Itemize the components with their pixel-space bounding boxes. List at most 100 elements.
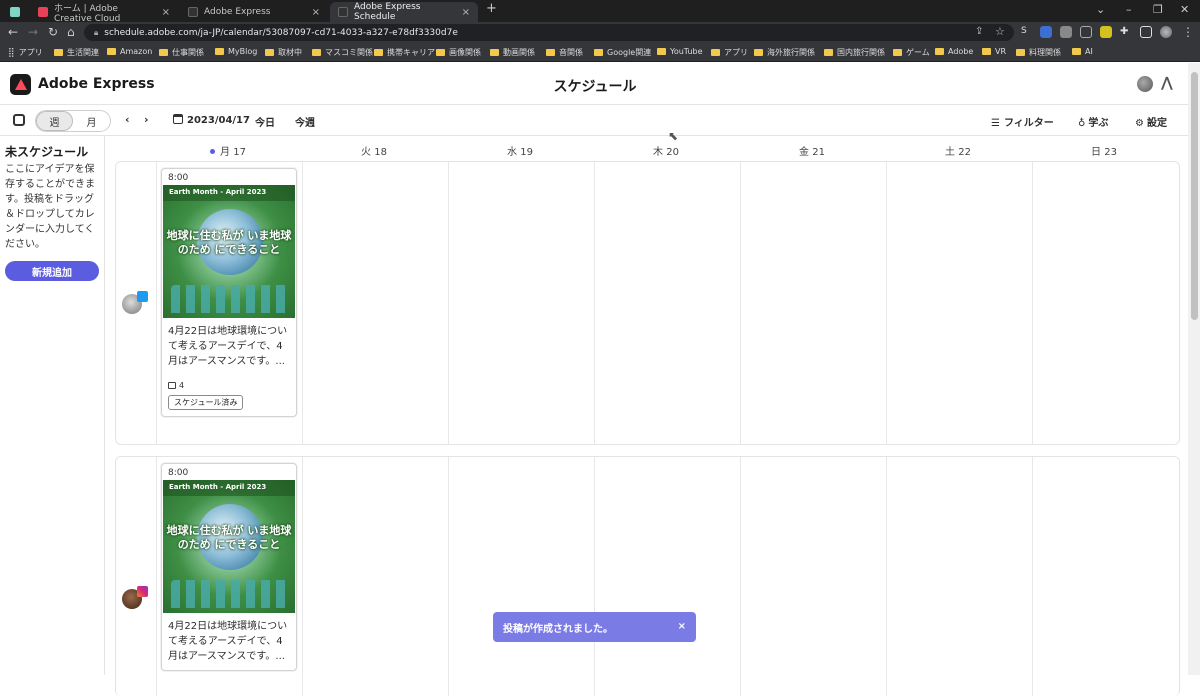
- post-time: 8:00: [168, 468, 189, 478]
- bookmark-folder[interactable]: アプリ: [711, 47, 748, 58]
- url-text: schedule.adobe.com/ja-JP/calendar/530870…: [104, 27, 458, 38]
- calendar-row-instagram: 8:00 Earth Month - April 2023 地球に住む私が いま…: [115, 456, 1180, 696]
- tab-adobe-express[interactable]: Adobe Express ×: [180, 2, 328, 22]
- tab-title: Adobe Express: [204, 7, 271, 17]
- adobe-apps-icon[interactable]: ⋀: [1161, 75, 1173, 91]
- home-icon[interactable]: ⌂: [67, 25, 75, 39]
- folder-icon: [935, 48, 944, 55]
- post-image: Earth Month - April 2023 地球に住む私が いま地球のため…: [163, 185, 295, 318]
- day-header-tue[interactable]: 火 18: [301, 143, 447, 158]
- bookmark-folder[interactable]: Google関連: [594, 47, 651, 58]
- bookmark-folder[interactable]: MyBlog: [215, 47, 257, 56]
- page-scrollbar-thumb[interactable]: [1191, 72, 1198, 320]
- day-header-sun[interactable]: 日 23: [1031, 143, 1177, 158]
- tab-title: Adobe Express Schedule: [354, 2, 421, 22]
- settings-button[interactable]: ⚙ 設定: [1135, 114, 1167, 129]
- today-button[interactable]: 今日: [255, 114, 275, 129]
- view-month-button[interactable]: 月: [73, 111, 110, 131]
- post-card[interactable]: 8:00 Earth Month - April 2023 地球に住む私が いま…: [161, 168, 297, 417]
- extension-s-icon[interactable]: S: [1021, 26, 1033, 38]
- folder-icon: [436, 49, 445, 56]
- bookmark-folder[interactable]: 取材中: [265, 47, 302, 58]
- bookmark-folder[interactable]: 海外旅行関係: [754, 47, 815, 58]
- tab-creative-cloud[interactable]: ホーム | Adobe Creative Cloud ×: [30, 2, 178, 24]
- adobe-express-logo-icon[interactable]: [10, 74, 31, 95]
- bookmark-folder[interactable]: 動画関係: [490, 47, 535, 58]
- bookmark-folder[interactable]: VR: [982, 47, 1006, 56]
- url-input[interactable]: 🔒︎ schedule.adobe.com/ja-JP/calendar/530…: [84, 24, 1014, 41]
- extension-rx-icon[interactable]: [1080, 26, 1092, 38]
- brand-name[interactable]: Adobe Express: [38, 76, 155, 92]
- extension-yellow-icon[interactable]: [1100, 26, 1112, 38]
- reload-icon[interactable]: ↻: [48, 25, 58, 39]
- bookmark-folder[interactable]: ゲーム: [893, 47, 930, 58]
- profile-avatar[interactable]: [1160, 26, 1172, 38]
- window-close-icon[interactable]: ✕: [1180, 3, 1189, 16]
- post-card[interactable]: 8:00 Earth Month - April 2023 地球に住む私が いま…: [161, 463, 297, 671]
- minimize-icon[interactable]: –: [1126, 3, 1132, 16]
- close-icon[interactable]: ×: [312, 7, 320, 18]
- folder-icon: [657, 48, 666, 55]
- bookmark-apps[interactable]: ⣿ アプリ: [8, 47, 43, 58]
- bookmark-folder[interactable]: 画像関係: [436, 47, 481, 58]
- folder-icon: [711, 49, 720, 56]
- calendar-icon: [173, 114, 183, 124]
- day-header-thu[interactable]: 木 20: [593, 143, 739, 158]
- tab-app-icon[interactable]: [2, 2, 28, 22]
- close-icon[interactable]: ×: [462, 7, 470, 18]
- extensions-puzzle-icon[interactable]: ✚: [1120, 26, 1132, 38]
- folder-icon: [312, 49, 321, 56]
- bookmark-folder[interactable]: 仕事関係: [159, 47, 204, 58]
- image-banner-text: Earth Month - April 2023: [163, 185, 295, 201]
- bookmark-folder[interactable]: Amazon: [107, 47, 152, 56]
- bookmark-folder[interactable]: YouTube: [657, 47, 703, 56]
- adobe-express-favicon-icon: [188, 7, 198, 17]
- bookmark-folder[interactable]: 音関係: [546, 47, 583, 58]
- bookmark-folder[interactable]: 料理関係: [1016, 47, 1061, 58]
- day-header-mon[interactable]: 月 17: [155, 143, 301, 158]
- bookmark-folder[interactable]: AI: [1072, 47, 1093, 56]
- folder-icon: [982, 48, 991, 55]
- image-banner-text: Earth Month - April 2023: [163, 480, 295, 496]
- day-header-fri[interactable]: 金 21: [739, 143, 885, 158]
- toast-close-icon[interactable]: ×: [678, 621, 686, 632]
- creative-cloud-favicon-icon: [38, 7, 48, 17]
- close-icon[interactable]: ×: [162, 7, 170, 18]
- bookmark-folder[interactable]: 生活関連: [54, 47, 99, 58]
- day-header-wed[interactable]: 水 19: [447, 143, 593, 158]
- bookmark-folder[interactable]: マスコミ関係: [312, 47, 373, 58]
- sidebar-toggle-icon[interactable]: [13, 114, 25, 126]
- view-week-button[interactable]: 週: [36, 111, 73, 131]
- folder-icon: [824, 49, 833, 56]
- date-picker-button[interactable]: 2023/04/17: [173, 114, 250, 126]
- this-week-button[interactable]: 今週: [295, 114, 315, 129]
- filter-button[interactable]: ☰ フィルター: [991, 114, 1054, 129]
- learn-button[interactable]: ♁ 学ぶ: [1078, 114, 1108, 129]
- post-text: 4月22日は地球環境について考えるアースデイで、4月はアースマンスです。...: [168, 621, 288, 662]
- new-tab-button[interactable]: +: [486, 1, 497, 16]
- tab-adobe-express-schedule[interactable]: Adobe Express Schedule ×: [330, 2, 478, 22]
- extension-r-icon[interactable]: [1040, 26, 1052, 38]
- bookmark-folder[interactable]: 携帯キャリア: [374, 47, 435, 58]
- browser-menu-icon[interactable]: ⋮: [1182, 25, 1194, 39]
- back-arrow-icon[interactable]: ←: [8, 25, 18, 39]
- tab-search-chevron-down-icon[interactable]: ⌄: [1096, 3, 1105, 16]
- forward-arrow-icon[interactable]: →: [28, 25, 38, 39]
- bookmark-folder[interactable]: Adobe: [935, 47, 973, 56]
- bookmark-folder[interactable]: 国内旅行関係: [824, 47, 885, 58]
- share-icon[interactable]: ⇪: [975, 26, 983, 37]
- folder-icon: [546, 49, 555, 56]
- calendar-toolbar: 週 月 ‹ › 2023/04/17 今日 今週 ☰ フィルター ♁ 学ぶ ⚙ 設定: [0, 105, 1188, 136]
- account-avatar[interactable]: [122, 291, 148, 314]
- user-avatar[interactable]: [1137, 76, 1153, 92]
- next-week-chevron-right-icon[interactable]: ›: [144, 113, 149, 126]
- bookmark-star-icon[interactable]: ☆: [995, 25, 1005, 38]
- prev-week-chevron-left-icon[interactable]: ‹: [125, 113, 130, 126]
- add-new-button[interactable]: 新規追加: [5, 261, 99, 281]
- extension-f-icon[interactable]: [1060, 26, 1072, 38]
- account-avatar[interactable]: [122, 586, 148, 609]
- restore-icon[interactable]: ❐: [1153, 3, 1163, 16]
- day-header-sat[interactable]: 土 22: [885, 143, 1031, 158]
- image-icon: [168, 382, 176, 389]
- side-panel-icon[interactable]: [1140, 26, 1152, 38]
